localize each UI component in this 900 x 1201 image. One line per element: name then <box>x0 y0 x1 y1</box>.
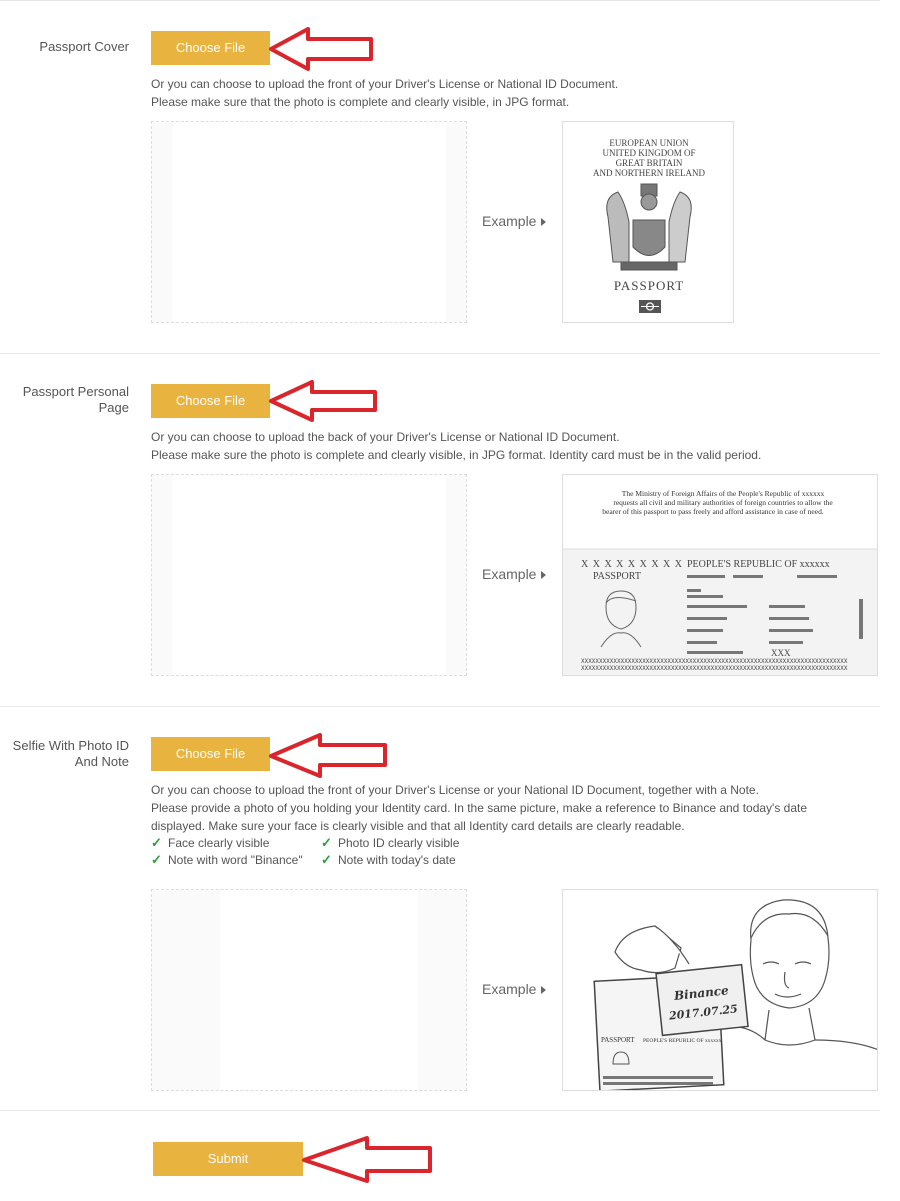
passport-personal-page-choose-file-button[interactable]: Choose File <box>151 384 270 418</box>
svg-text:The Ministry of Foreign Affair: The Ministry of Foreign Affairs of the P… <box>622 489 825 498</box>
red-arrow-icon <box>269 27 373 71</box>
red-arrow-icon <box>302 1136 432 1183</box>
svg-text:X X X X X X X X X: X X X X X X X X X <box>581 559 683 570</box>
divider-section-3 <box>0 706 880 707</box>
passport-cover-example-link[interactable]: Example <box>482 213 547 229</box>
divider-section-2 <box>0 353 880 354</box>
passport-personal-page-dropzone[interactable] <box>151 474 467 676</box>
selfie-choose-file-button[interactable]: Choose File <box>151 737 270 771</box>
passport-personal-page-label: Passport Personal Page <box>22 384 129 415</box>
divider-section-4 <box>0 1110 880 1111</box>
svg-text:XXXXXXXXXXXXXXXXXXXXXXXXXXXXXX: XXXXXXXXXXXXXXXXXXXXXXXXXXXXXXXXXXXXXXXX… <box>581 665 848 672</box>
svg-text:XXXXXXXXXXXXXXXXXXXXXXXXXXXXXX: XXXXXXXXXXXXXXXXXXXXXXXXXXXXXXXXXXXXXXXX… <box>581 658 848 665</box>
passport-cover-gb-text: GREAT BRITAIN <box>616 158 683 168</box>
selfie-example-image: PASSPORT PEOPLE'S REPUBLIC OF xxxxxx Bin… <box>562 889 878 1091</box>
red-arrow-icon <box>269 733 387 778</box>
svg-text:PASSPORT: PASSPORT <box>601 1036 635 1044</box>
svg-text:bearer of this passport to pas: bearer of this passport to pass freely a… <box>602 507 824 516</box>
check-item: ✓ Note with today's date <box>321 852 456 867</box>
svg-text:requests all civil and militar: requests all civil and military authorit… <box>613 498 833 507</box>
hand-sketch-icon <box>614 925 690 974</box>
coat-of-arms-icon <box>606 183 692 271</box>
divider-top <box>0 0 880 1</box>
passport-personal-page-example-image: The Ministry of Foreign Affairs of the P… <box>562 474 878 676</box>
svg-text:PASSPORT: PASSPORT <box>593 571 641 582</box>
passport-personal-page-example-link[interactable]: Example <box>482 566 547 582</box>
passport-cover-choose-file-button[interactable]: Choose File <box>151 31 270 65</box>
check-item: ✓ Face clearly visible <box>151 835 270 850</box>
selfie-description-2: Please provide a photo of you holding yo… <box>151 801 808 815</box>
selfie-description-1: Or you can choose to upload the front of… <box>151 783 759 797</box>
passport-cover-dropzone[interactable] <box>151 121 467 323</box>
check-item: ✓ Note with word "Binance" <box>151 852 303 867</box>
passport-cover-eu-text: EUROPEAN UNION <box>609 138 689 148</box>
selfie-label: Selfie With Photo ID And Note <box>12 738 129 769</box>
check-icon: ✓ <box>321 835 332 850</box>
selfie-description-3: displayed. Make sure your face is clearl… <box>151 819 685 833</box>
check-item: ✓ Photo ID clearly visible <box>321 835 460 850</box>
passport-personal-page-description-2: Please make sure the photo is complete a… <box>151 448 762 462</box>
selfie-example-link[interactable]: Example <box>482 981 547 997</box>
svg-text:XXX: XXX <box>771 648 791 658</box>
passport-personal-page-description-1: Or you can choose to upload the back of … <box>151 430 620 444</box>
passport-cover-uk-text: UNITED KINGDOM OF <box>603 148 696 158</box>
selfie-dropzone[interactable] <box>151 889 467 1091</box>
passport-cover-label: Passport Cover <box>39 39 129 54</box>
submit-button[interactable]: Submit <box>153 1142 303 1176</box>
note-sketch-icon: Binance 2017.07.25 <box>655 963 749 1037</box>
svg-text:PEOPLE'S REPUBLIC OF xxxxxx: PEOPLE'S REPUBLIC OF xxxxxx <box>643 1038 722 1044</box>
passport-cover-description-2: Please make sure that the photo is compl… <box>151 95 570 109</box>
passport-cover-example-image: EUROPEAN UNION UNITED KINGDOM OF GREAT B… <box>562 121 734 323</box>
check-icon: ✓ <box>321 852 332 867</box>
check-icon: ✓ <box>151 852 162 867</box>
red-arrow-icon <box>269 380 377 422</box>
check-icon: ✓ <box>151 835 162 850</box>
passport-cover-title: PASSPORT <box>614 278 684 293</box>
passport-cover-ni-text: AND NORTHERN IRELAND <box>593 168 705 178</box>
passport-cover-description-1: Or you can choose to upload the front of… <box>151 77 619 91</box>
svg-text:PEOPLE'S REPUBLIC OF xxxxxx: PEOPLE'S REPUBLIC OF xxxxxx <box>687 559 830 570</box>
